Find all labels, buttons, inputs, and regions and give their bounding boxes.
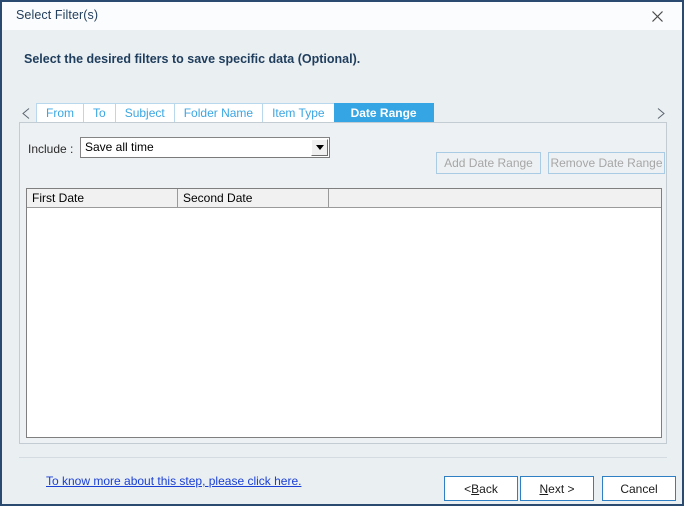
tab-label: Item Type [272,106,325,120]
tab-item-type[interactable]: Item Type [262,103,334,123]
date-range-panel: Include : Save all time Add Date Range R… [19,122,667,444]
tab-label: To [93,106,106,120]
column-header-label: First Date [32,191,85,205]
column-header-second-date[interactable]: Second Date [178,189,329,208]
title-bar: Select Filter(s) [2,2,682,30]
add-date-range-button[interactable]: Add Date Range [436,152,541,174]
footer-divider [19,457,667,458]
back-accel: B [471,481,480,496]
tab-label: Folder Name [183,106,254,120]
instruction-text: Select the desired filters to save speci… [24,52,361,66]
column-header-blank[interactable] [329,189,661,208]
next-accel: N [539,481,549,496]
close-icon [651,10,663,22]
tab-date-range[interactable]: Date Range [333,103,434,123]
help-link[interactable]: To know more about this step, please cli… [46,474,301,488]
tab-label: Date Range [350,106,417,120]
back-prefix: < [464,481,472,496]
include-dropdown[interactable]: Save all time [80,137,330,158]
tab-label: From [46,106,74,120]
remove-date-range-button[interactable]: Remove Date Range [548,152,665,174]
tab-from[interactable]: From [36,103,83,123]
tab-to[interactable]: To [83,103,115,123]
include-label: Include : [28,142,74,156]
cancel-button[interactable]: Cancel [602,476,676,501]
tab-scroll-left-icon[interactable] [19,105,32,121]
back-suffix: ack [479,481,498,496]
column-header-label: Second Date [183,191,253,205]
chevron-down-icon[interactable] [311,139,328,156]
include-dropdown-value: Save all time [85,140,154,154]
table-header-row: First Date Second Date [27,189,661,208]
close-button[interactable] [640,2,674,30]
back-button[interactable]: < Back [444,476,518,501]
select-filters-dialog: Select Filter(s) Select the desired filt… [0,0,684,506]
tab-folder-name[interactable]: Folder Name [173,103,263,123]
next-button[interactable]: Next > [520,476,594,501]
tab-label: Subject [124,106,165,120]
date-range-table: First Date Second Date [26,188,662,438]
tab-subject[interactable]: Subject [114,103,174,123]
tab-strip: From To Subject Folder Name Item Type Da… [19,103,667,123]
remove-date-range-label: Remove Date Range [550,156,663,170]
add-date-range-label: Add Date Range [444,156,533,170]
next-suffix: ext > [548,481,575,496]
column-header-first-date[interactable]: First Date [27,189,178,208]
table-body[interactable] [27,208,661,437]
cancel-label: Cancel [620,481,658,496]
tab-scroll-right-icon[interactable] [654,105,667,121]
window-title: Select Filter(s) [16,8,99,22]
tab-list: From To Subject Folder Name Item Type Da… [36,103,434,123]
